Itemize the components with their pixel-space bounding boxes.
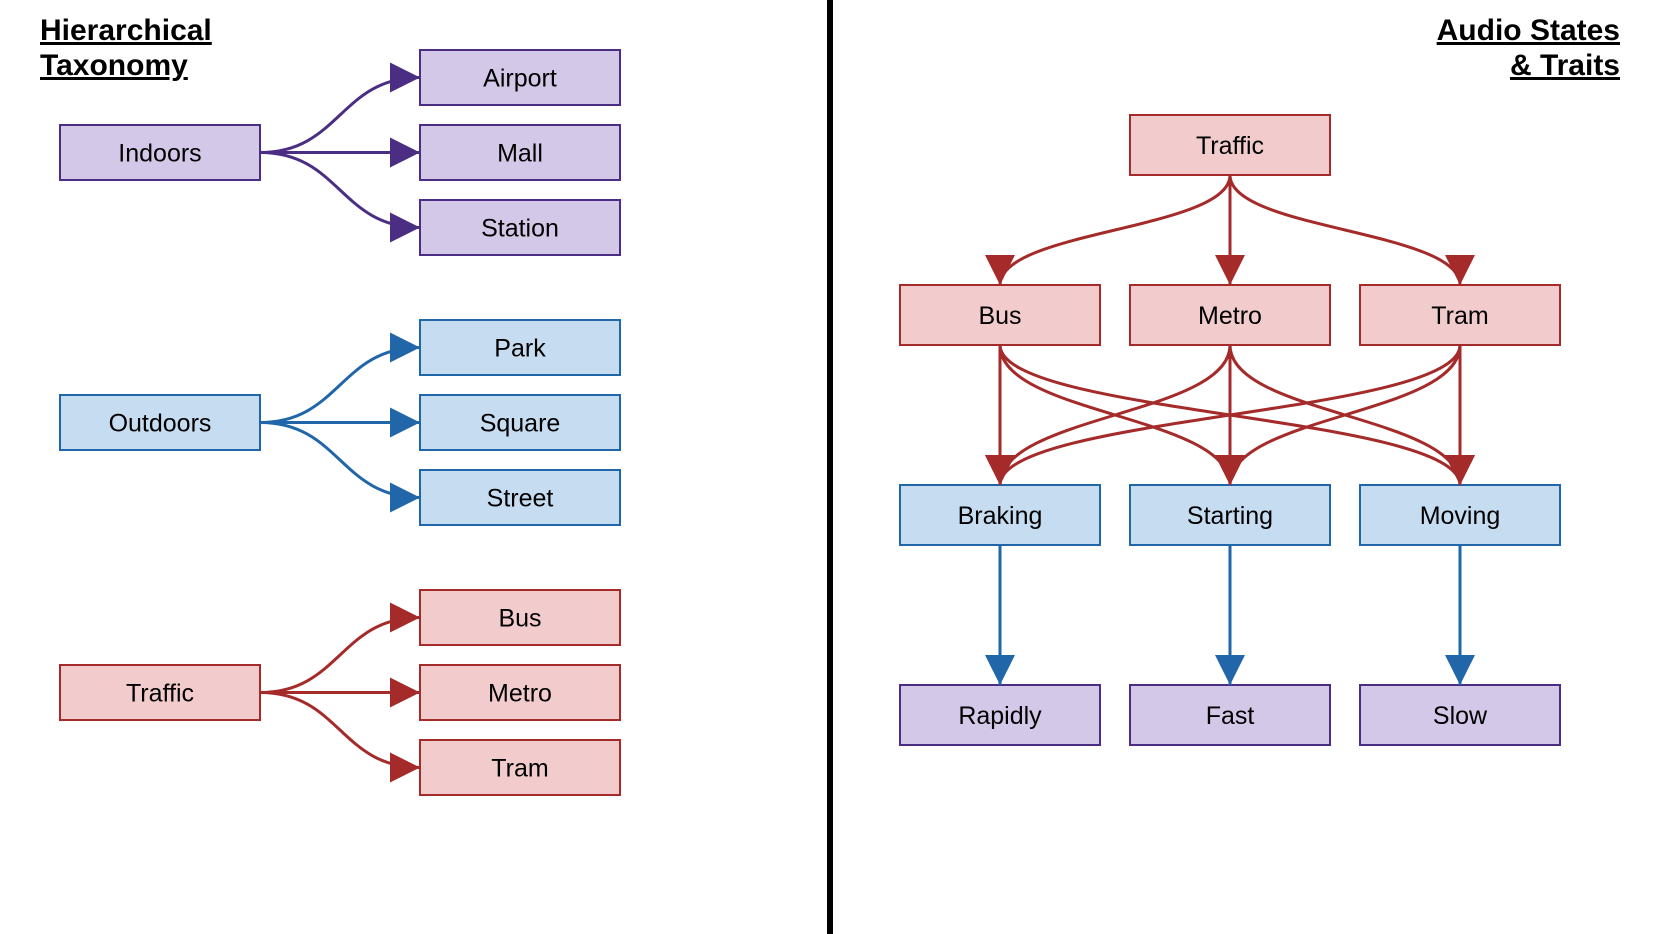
arrow <box>1230 175 1460 285</box>
arrow <box>260 78 420 153</box>
arrow <box>260 153 420 228</box>
node-slow-label: Slow <box>1433 702 1488 730</box>
arrow <box>1000 175 1230 285</box>
arrow <box>260 693 420 768</box>
child-airport-label: Airport <box>483 65 557 93</box>
node-starting-label: Starting <box>1187 502 1273 530</box>
left-title-line2: Taxonomy <box>40 49 188 82</box>
child-metro-label: Metro <box>488 680 552 708</box>
left-title-line1: Hierarchical <box>40 14 212 47</box>
parent-traffic-label: Traffic <box>126 680 194 708</box>
arrow <box>1000 345 1230 485</box>
child-park-label: Park <box>494 335 546 363</box>
child-tram-label: Tram <box>491 755 548 783</box>
node-bus-label: Bus <box>978 302 1021 330</box>
arrow <box>1230 345 1460 485</box>
parent-outdoors-label: Outdoors <box>109 410 212 438</box>
node-braking-label: Braking <box>958 502 1043 530</box>
arrow <box>260 348 420 423</box>
child-mall-label: Mall <box>497 140 543 168</box>
arrow <box>260 618 420 693</box>
arrow <box>260 423 420 498</box>
child-station-label: Station <box>481 215 559 243</box>
node-moving-label: Moving <box>1420 502 1501 530</box>
child-square-label: Square <box>480 410 561 438</box>
child-bus-label: Bus <box>498 605 541 633</box>
node-traffic-label: Traffic <box>1196 132 1264 160</box>
node-tram-label: Tram <box>1431 302 1488 330</box>
node-metro-label: Metro <box>1198 302 1262 330</box>
right-title-line1: Audio States <box>1437 14 1620 47</box>
child-street-label: Street <box>487 485 554 513</box>
node-rapidly-label: Rapidly <box>958 702 1042 730</box>
node-fast-label: Fast <box>1206 702 1255 730</box>
right-title-line2: & Traits <box>1510 49 1620 82</box>
parent-indoors-label: Indoors <box>118 140 201 168</box>
